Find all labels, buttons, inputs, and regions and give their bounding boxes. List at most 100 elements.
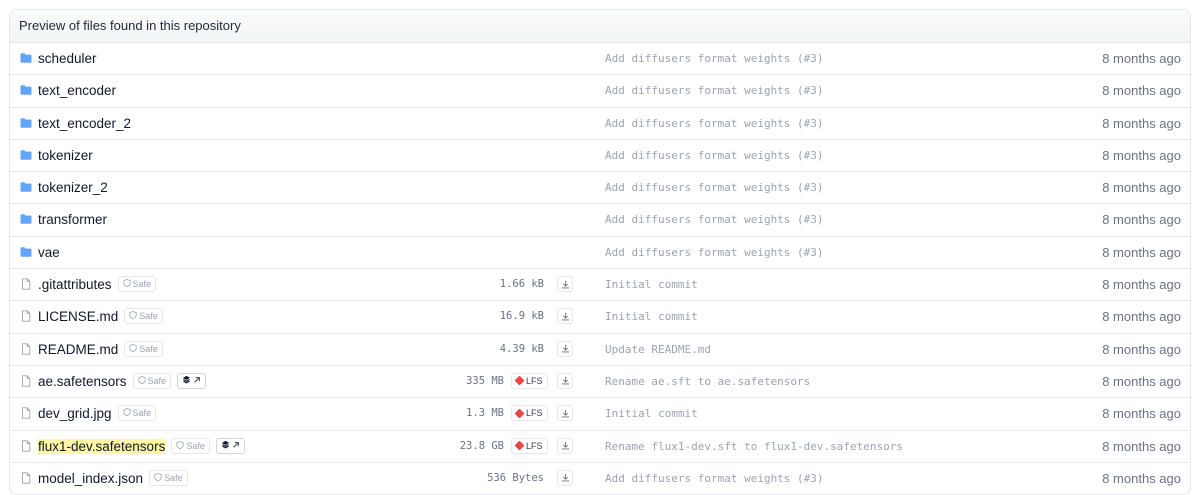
folder-row[interactable]: text_encoder_2 Add diffusers format weigh… xyxy=(10,108,1190,140)
download-icon xyxy=(561,312,570,321)
folder-name-link[interactable]: tokenizer_2 xyxy=(38,180,108,195)
safe-badge[interactable]: Safe xyxy=(124,308,163,325)
download-icon xyxy=(561,280,570,289)
download-button[interactable] xyxy=(557,340,573,357)
last-modified-date: 8 months ago xyxy=(1102,470,1181,486)
file-name-link[interactable]: .gitattributes xyxy=(38,277,112,292)
badge-group: Safe xyxy=(132,372,207,389)
commit-message-link[interactable]: Add diffusers format weights (#3) xyxy=(605,52,824,65)
commit-message-link[interactable]: Rename ae.sft to ae.safetensors xyxy=(605,375,810,388)
safe-badge[interactable]: Safe xyxy=(149,469,188,486)
lfs-badge[interactable]: LFS xyxy=(511,405,548,422)
folder-name-link[interactable]: tokenizer xyxy=(38,148,93,163)
file-row[interactable]: dev_grid.jpg Safe 1.3 MB LFS Initial commit 8… xyxy=(10,398,1190,431)
last-modified-date: 8 months ago xyxy=(1102,406,1181,422)
file-name-link[interactable]: model_index.json xyxy=(38,471,143,486)
shield-icon xyxy=(154,471,162,485)
last-modified-date: 8 months ago xyxy=(1102,438,1181,454)
file-row[interactable]: model_index.json Safe 536 Bytes Add diffuse… xyxy=(10,463,1190,494)
folder-row[interactable]: tokenizer Add diffusers format weights (#… xyxy=(10,140,1190,173)
file-name-link[interactable]: ae.safetensors xyxy=(38,374,127,389)
download-button[interactable] xyxy=(557,437,573,454)
file-name-link[interactable]: README.md xyxy=(38,342,118,357)
safe-badge-label: Safe xyxy=(139,343,158,354)
badge-group: Safe xyxy=(149,469,188,486)
file-row[interactable]: flux1-dev.safetensors Safe 23.8 GB LFS Renam… xyxy=(10,431,1190,463)
folder-icon xyxy=(20,213,32,225)
commit-message-link[interactable]: Add diffusers format weights (#3) xyxy=(605,472,824,485)
file-size: 16.9 kB xyxy=(499,310,544,323)
folder-row[interactable]: text_encoder Add diffusers format weights… xyxy=(10,75,1190,108)
shield-icon xyxy=(129,342,137,356)
shield-icon xyxy=(129,309,137,323)
file-icon xyxy=(20,278,32,290)
last-modified-date: 8 months ago xyxy=(1102,277,1181,293)
download-button[interactable] xyxy=(557,372,573,389)
file-name-link[interactable]: LICENSE.md xyxy=(38,309,118,324)
external-link-icon xyxy=(232,439,240,453)
file-icon xyxy=(20,375,32,387)
safe-badge[interactable]: Safe xyxy=(117,405,157,422)
commit-message-link[interactable]: Add diffusers format weights (#3) xyxy=(605,149,824,162)
download-button[interactable] xyxy=(557,276,573,293)
safe-badge[interactable]: Safe xyxy=(117,276,157,293)
download-icon xyxy=(561,344,570,353)
file-row[interactable]: ae.safetensors Safe 335 MB LFS Rename ae.sft… xyxy=(10,366,1190,399)
file-size: 335 MB xyxy=(466,374,504,387)
file-icon xyxy=(20,310,32,323)
safe-badge[interactable]: Safe xyxy=(124,340,163,357)
safe-badge[interactable]: Safe xyxy=(132,372,172,389)
commit-message-link[interactable]: Update README.md xyxy=(605,343,711,356)
last-modified-date: 8 months ago xyxy=(1102,180,1181,196)
folder-name-link[interactable]: text_encoder_2 xyxy=(38,116,131,131)
folder-row[interactable]: vae Add diffusers format weights (#3) 8 mo… xyxy=(10,237,1190,270)
folder-row[interactable]: transformer Add diffusers format weights … xyxy=(10,204,1190,237)
download-button[interactable] xyxy=(557,308,573,325)
folder-name-link[interactable]: vae xyxy=(38,245,60,260)
tensor-viewer-button[interactable] xyxy=(215,437,245,454)
file-row[interactable]: README.md Safe 4.39 kB Update README.md 8 mo… xyxy=(10,334,1190,366)
folder-row[interactable]: scheduler Add diffusers format weights (#… xyxy=(10,43,1190,76)
shield-icon xyxy=(122,277,131,291)
commit-message-link[interactable]: Add diffusers format weights (#3) xyxy=(605,84,824,97)
safe-badge-label: Safe xyxy=(132,408,152,419)
commit-message-link[interactable]: Rename flux1-dev.sft to flux1-dev.safete… xyxy=(605,440,903,453)
last-modified-date: 8 months ago xyxy=(1102,373,1181,389)
file-size: 4.39 kB xyxy=(499,342,544,355)
file-row[interactable]: LICENSE.md Safe 16.9 kB Initial commit 8 mon… xyxy=(10,301,1190,334)
safe-badge-label: Safe xyxy=(139,311,158,322)
safe-badge-label: Safe xyxy=(164,472,183,483)
commit-message-link[interactable]: Add diffusers format weights (#3) xyxy=(605,213,824,226)
badge-group: Safe xyxy=(124,308,163,325)
safe-badge-label: Safe xyxy=(132,279,152,290)
file-row[interactable]: .gitattributes Safe 1.66 kB Initial commit 8… xyxy=(10,269,1190,302)
commit-message-link[interactable]: Initial commit xyxy=(605,278,698,291)
shield-icon xyxy=(176,439,184,453)
lfs-badge[interactable]: LFS xyxy=(511,437,548,454)
folder-name-link[interactable]: transformer xyxy=(38,212,107,227)
folder-name-link[interactable]: text_encoder xyxy=(38,83,116,98)
last-modified-date: 8 months ago xyxy=(1102,244,1181,260)
last-modified-date: 8 months ago xyxy=(1102,83,1181,99)
commit-message-link[interactable]: Add diffusers format weights (#3) xyxy=(605,246,824,259)
folder-icon xyxy=(20,149,32,161)
tensor-viewer-button[interactable] xyxy=(177,372,207,389)
folder-name-link[interactable]: scheduler xyxy=(38,51,97,66)
lfs-badge[interactable]: LFS xyxy=(511,372,548,389)
commit-message-link[interactable]: Initial commit xyxy=(605,310,698,323)
lfs-cube-icon xyxy=(514,440,525,451)
file-icon xyxy=(20,407,32,419)
last-modified-date: 8 months ago xyxy=(1102,309,1181,325)
file-name-link[interactable]: flux1-dev.safetensors xyxy=(38,438,166,454)
commit-message-link[interactable]: Initial commit xyxy=(605,407,698,420)
download-icon xyxy=(561,409,570,418)
commit-message-link[interactable]: Add diffusers format weights (#3) xyxy=(605,117,824,130)
commit-message-link[interactable]: Add diffusers format weights (#3) xyxy=(605,181,824,194)
last-modified-date: 8 months ago xyxy=(1102,115,1181,131)
safe-badge[interactable]: Safe xyxy=(171,437,210,454)
file-icon xyxy=(20,472,32,484)
download-button[interactable] xyxy=(557,469,573,486)
file-name-link[interactable]: dev_grid.jpg xyxy=(38,406,112,421)
download-button[interactable] xyxy=(557,405,573,422)
folder-row[interactable]: tokenizer_2 Add diffusers format weights … xyxy=(10,172,1190,205)
